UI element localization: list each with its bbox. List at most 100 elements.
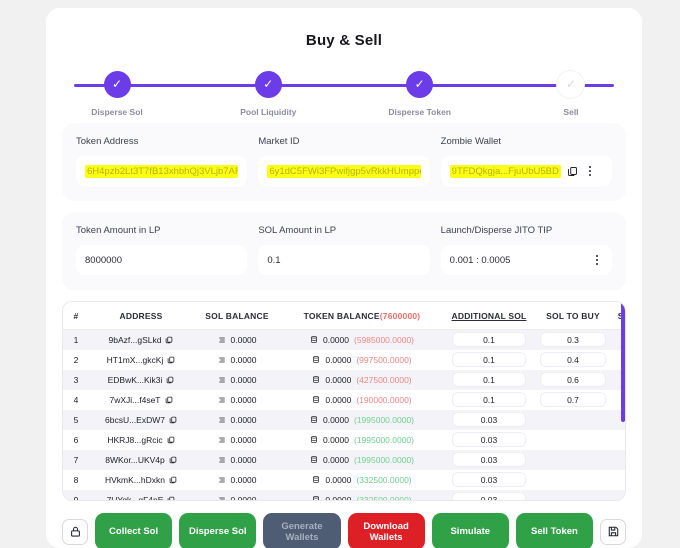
copy-icon[interactable]: [165, 336, 173, 344]
zombie-wallet-field: Zombie Wallet 9TFDQkgja...FjuUbU5BD: [440, 136, 612, 186]
download-wallets-button[interactable]: Download Wallets: [347, 513, 425, 548]
table-row[interactable]: 6 HKRJ8...gRcic 0.0000 0.0000 (1995000.0000)…: [63, 429, 625, 450]
additional-sol-input[interactable]: 0.03: [452, 432, 526, 447]
additional-sol-input[interactable]: 0.03: [452, 492, 526, 500]
cell-token-balance: 0.0000 (332500.0000): [281, 489, 443, 501]
wallet-address-text: 7UYqk...qF4nE: [106, 494, 164, 501]
additional-sol-input[interactable]: 0.1: [452, 332, 526, 348]
additional-sol-input[interactable]: 0.03: [452, 412, 526, 427]
sol-balance-value: 0.0000: [230, 474, 257, 485]
bars-icon: [218, 496, 226, 501]
table-row[interactable]: 2 HT1mX...gkcKj 0.0000 0.0000 (997500.0000) 0…: [63, 349, 625, 370]
token-amount-lp-input[interactable]: 8000000: [76, 245, 248, 275]
collect-sol-button[interactable]: Collect Sol: [95, 513, 173, 548]
cell-sol-to-buy: [535, 489, 611, 500]
market-id-label: Market ID: [258, 136, 300, 147]
bars-icon: [218, 436, 226, 444]
copy-icon[interactable]: [165, 396, 173, 404]
simulate-button[interactable]: Simulate: [431, 513, 509, 548]
additional-sol-input[interactable]: 0.1: [452, 392, 526, 407]
stepper-step-label: Disperse Token: [388, 107, 451, 117]
table-head: # ADDRESS SOL BALANCE TOKEN BALANCE(7600…: [63, 302, 625, 330]
table-row[interactable]: 8 HVkmK...hDxkn 0.0000 0.0000 (332500.0000) 0…: [63, 469, 625, 490]
address-fields-panel: Token Address 6H4pzb2Lt3T7fB13xhbhQj3VLj…: [62, 123, 626, 201]
sol-to-buy-input[interactable]: 0.3: [540, 332, 606, 348]
cell-index: 3: [63, 369, 89, 390]
table-row[interactable]: 9 7UYqk...qF4nE 0.0000 0.0000 (332500.0000) 0…: [63, 489, 625, 501]
token-balance-value: 0.0000: [322, 334, 349, 345]
table-row[interactable]: 3 EDBwK...Kik3i 0.0000 0.0000 (427500.0000) 0…: [63, 369, 625, 390]
copy-icon[interactable]: [167, 496, 175, 500]
zombie-wallet-input[interactable]: 9TFDQkgja...FjuUbU5BD: [440, 156, 612, 186]
cell-token-balance: 0.0000 (1995000.0000): [281, 449, 443, 470]
additional-sol-input[interactable]: 0.03: [452, 472, 526, 487]
wallets-table: # ADDRESS SOL BALANCE TOKEN BALANCE(7600…: [63, 302, 625, 501]
stepper-step-disperse-token[interactable]: ✓ Disperse Token: [377, 71, 463, 117]
lock-icon[interactable]: [62, 518, 88, 545]
cell-sol-to-buy: [535, 409, 611, 430]
cell-token-balance: 0.0000 (5985000.0000): [281, 329, 443, 350]
kebab-menu-icon[interactable]: [591, 253, 603, 267]
copy-icon[interactable]: [169, 456, 177, 464]
kebab-menu-icon[interactable]: [584, 164, 596, 178]
table-row[interactable]: 1 9bAzf...gSLkd 0.0000 0.0000 (5985000.0000)…: [63, 329, 625, 350]
wallet-address-text: 8WKor...UKV4p: [105, 454, 165, 465]
sol-to-buy-input[interactable]: 0.4: [540, 352, 606, 367]
cell-sol-balance: 0.0000: [193, 429, 281, 450]
sol-amount-lp-field: SOL Amount in LP 0.1: [258, 225, 430, 275]
token-balance-paren: (332500.0000): [356, 494, 412, 501]
copy-icon[interactable]: [169, 416, 177, 424]
cell-token-balance: 0.0000 (190000.0000): [281, 389, 443, 410]
stepper-step-sell[interactable]: ✓ Sell: [528, 71, 614, 117]
cell-address: HT1mX...gkcKj: [89, 349, 193, 370]
table-row[interactable]: 4 7wXJi...f4seT 0.0000 0.0000 (190000.0000) 0…: [63, 389, 625, 410]
zombie-wallet-value: 9TFDQkgja...FjuUbU5BD: [449, 164, 561, 178]
wallet-address-text: HVkmK...hDxkn: [105, 474, 165, 485]
cell-index: 6: [63, 429, 89, 450]
jito-tip-field: Launch/Disperse JITO TIP 0.001 : 0.0005: [440, 225, 612, 275]
token-balance-paren: (1995000.0000): [353, 454, 415, 465]
additional-sol-input[interactable]: 0.1: [452, 352, 526, 367]
col-header-index: #: [63, 302, 89, 330]
table-row[interactable]: 7 8WKor...UKV4p 0.0000 0.0000 (1995000.0000)…: [63, 449, 625, 470]
copy-icon[interactable]: [167, 436, 175, 444]
sol-to-buy-input[interactable]: 0.7: [540, 392, 606, 407]
col-header-additional-sol[interactable]: ADDITIONAL SOL: [443, 302, 535, 330]
action-buttons-bar: Collect Sol Disperse Sol Generate Wallet…: [62, 513, 627, 548]
sol-balance-value: 0.0000: [230, 374, 257, 385]
token-address-input[interactable]: 6H4pzb2Lt3T7fB13xhbhQj3VLjb7AF5: [76, 156, 248, 186]
token-balance-value: 0.0000: [325, 474, 352, 485]
copy-icon[interactable]: [567, 166, 578, 177]
copy-icon[interactable]: [169, 476, 177, 484]
sell-token-button[interactable]: Sell Token: [515, 513, 594, 548]
token-balance-paren: (427500.0000): [356, 374, 412, 385]
token-balance-paren: (1995000.0000): [353, 434, 415, 445]
sol-to-buy-input[interactable]: 0.6: [540, 372, 606, 387]
stepper-step-pool-liquidity[interactable]: ✓ Pool Liquidity: [225, 71, 311, 117]
additional-sol-input[interactable]: 0.1: [452, 372, 526, 387]
stepper-step-disperse-sol[interactable]: ✓ Disperse Sol: [74, 71, 160, 117]
token-amount-lp-field: Token Amount in LP 8000000: [76, 225, 248, 275]
save-icon[interactable]: [600, 518, 627, 545]
disperse-sol-button[interactable]: Disperse Sol: [179, 513, 257, 548]
token-balance-paren: (332500.0000): [356, 474, 412, 485]
database-icon: [310, 415, 318, 424]
table-scrollbar-thumb[interactable]: [621, 302, 625, 422]
wallet-address-text: 9bAzf...gSLkd: [108, 334, 162, 345]
jito-tip-input[interactable]: 0.001 : 0.0005: [440, 245, 612, 275]
sol-amount-lp-input[interactable]: 0.1: [258, 245, 430, 275]
table-row[interactable]: 5 6bcsU...ExDW7 0.0000 0.0000 (1995000.0000)…: [63, 409, 625, 430]
token-balance-paren: (1995000.0000): [353, 414, 415, 425]
cell-address: EDBwK...Kik3i: [89, 369, 193, 390]
copy-icon[interactable]: [167, 356, 175, 364]
market-id-value: 6y1dC5FWi3FPwifjgp5vRkkHUmppeH: [267, 164, 421, 178]
table-header-row: # ADDRESS SOL BALANCE TOKEN BALANCE(7600…: [63, 302, 625, 330]
additional-sol-input[interactable]: 0.03: [452, 452, 526, 467]
cell-additional-sol: 0.03: [443, 489, 535, 500]
generate-wallets-button[interactable]: Generate Wallets: [263, 513, 341, 548]
cell-token-balance: 0.0000 (427500.0000): [281, 369, 443, 390]
copy-icon[interactable]: [166, 376, 174, 384]
market-id-input[interactable]: 6y1dC5FWi3FPwifjgp5vRkkHUmppeH: [258, 156, 430, 186]
table-scrollbar[interactable]: [621, 302, 625, 500]
table-body: 1 9bAzf...gSLkd 0.0000 0.0000 (5985000.0000)…: [63, 329, 625, 501]
